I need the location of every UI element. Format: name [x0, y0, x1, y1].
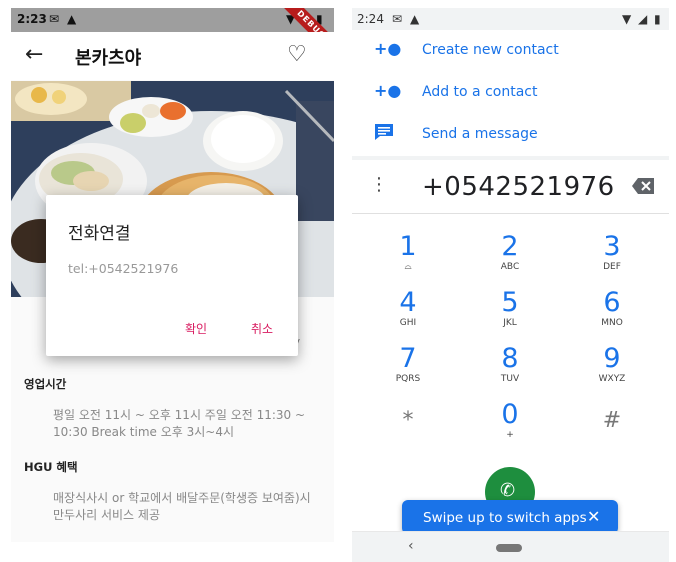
action-label: Add to a contact [422, 84, 538, 100]
create-contact-action[interactable]: +● Create new contact [352, 30, 669, 72]
key-8[interactable]: 8 TUV [470, 344, 550, 398]
section-body-hours: 평일 오전 11시 ~ 오후 11시 주일 오전 11:30 ~ 10:30 B… [53, 408, 306, 439]
dialog-title: 전화연결 [68, 224, 131, 244]
key-digit: 5 [501, 287, 519, 318]
key-0[interactable]: 0 + [470, 400, 550, 454]
key-2[interactable]: 2 ABC [470, 232, 550, 286]
phone-icon: ✆ [500, 480, 516, 501]
key-4[interactable]: 4 GHI [368, 288, 448, 342]
confirm-button[interactable]: 확인 [185, 320, 207, 337]
add-person-icon: +● [374, 39, 402, 58]
dialer-actions: +● Create new contact +● Add to a contac… [352, 30, 669, 156]
heart-icon[interactable]: ♡ [287, 42, 307, 67]
key-3[interactable]: 3 DEF [572, 232, 652, 286]
status-bar: 2:23 ✉ ▲ ▼ ▮ [11, 8, 334, 32]
status-time: 2:23 [17, 12, 47, 26]
section-title-benefit: HGU 혜택 [24, 460, 78, 474]
backspace-icon[interactable] [632, 178, 654, 194]
add-person-icon: +● [374, 81, 402, 100]
message-icon [374, 123, 396, 143]
key-digit: 9 [603, 343, 621, 374]
key-letters: DEF [603, 262, 621, 272]
status-time: 2:24 [357, 12, 384, 26]
key-digit: 8 [501, 343, 519, 374]
dialed-number[interactable]: +0542521976 [422, 172, 615, 202]
key-digit: 6 [603, 287, 621, 318]
close-icon[interactable]: ✕ [587, 507, 600, 526]
system-nav-bar: ‹ [352, 531, 669, 562]
key-5[interactable]: 5 JKL [470, 288, 550, 342]
left-phone-screen: 2:23 ✉ ▲ ▼ ▮ DEBUG ← 본카츠야 ♡ 영업시간 평일 오전 1… [11, 8, 334, 542]
signal-icon: ◢ [638, 12, 648, 26]
send-message-action[interactable]: Send a message [352, 114, 669, 156]
back-arrow-icon[interactable]: ← [25, 42, 43, 67]
key-digit: # [602, 408, 622, 433]
key-digit: 0 [501, 399, 519, 430]
key-9[interactable]: 9 WXYZ [572, 344, 652, 398]
key-digit: 4 [399, 287, 417, 318]
nav-home-pill[interactable] [496, 544, 522, 552]
key-letters: JKL [503, 318, 517, 328]
key-star[interactable]: * [368, 400, 448, 454]
key-letters: MNO [601, 318, 623, 328]
gmail-icon: ✉ [49, 12, 60, 26]
key-1[interactable]: 1 ⌓ [368, 232, 448, 286]
action-label: Create new contact [422, 42, 559, 58]
app-bar: ← 본카츠야 ♡ [11, 32, 334, 80]
battery-icon: ▮ [654, 12, 661, 26]
dialog-phone-text: tel:+0542521976 [68, 261, 179, 276]
dialpad: ⋮ +0542521976 1 ⌓ 2 ABC 3 DEF 4 GHI 5 JK… [352, 160, 669, 562]
key-6[interactable]: 6 MNO [572, 288, 652, 342]
right-phone-screen: 2:24 ✉ ▲ ▼ ◢ ▮ +● Create new contact +● … [352, 8, 669, 562]
key-digit: 1 [399, 231, 417, 262]
key-digit: 3 [603, 231, 621, 262]
key-digit: 2 [501, 231, 519, 262]
voicemail-icon: ⌓ [404, 262, 412, 272]
toast-label: Swipe up to switch apps [423, 510, 587, 526]
key-7[interactable]: 7 PQRS [368, 344, 448, 398]
gmail-icon: ✉ [392, 12, 403, 26]
key-hash[interactable]: # [572, 400, 652, 454]
drive-icon: ▲ [67, 12, 77, 26]
status-bar: 2:24 ✉ ▲ ▼ ◢ ▮ [352, 8, 669, 30]
action-label: Send a message [422, 126, 538, 142]
section-title-hours: 영업시간 [24, 377, 67, 391]
call-dialog: 전화연결 tel:+0542521976 확인 취소 [46, 195, 298, 356]
key-letters: TUV [500, 374, 520, 384]
number-row: ⋮ +0542521976 [352, 160, 669, 214]
wifi-icon: ▼ [622, 12, 632, 26]
add-to-contact-action[interactable]: +● Add to a contact [352, 72, 669, 114]
key-digit: 7 [399, 343, 417, 374]
nav-back-icon[interactable]: ‹ [408, 538, 414, 554]
key-letters: + [506, 430, 514, 440]
key-letters: WXYZ [598, 374, 626, 384]
page-title: 본카츠야 [75, 48, 142, 69]
cancel-button[interactable]: 취소 [251, 320, 273, 337]
swipe-hint-toast: Swipe up to switch apps ✕ [402, 500, 618, 540]
key-letters: GHI [399, 318, 417, 328]
section-body-benefit: 매장식사시 or 학교에서 배달주문(학생증 보여줌)시 만두사리 서비스 제공 [53, 491, 311, 522]
more-options-icon[interactable]: ⋮ [370, 174, 388, 195]
key-digit: * [402, 408, 414, 433]
drive-icon: ▲ [410, 12, 420, 26]
key-letters: PQRS [395, 374, 421, 384]
key-letters: ABC [500, 262, 520, 272]
